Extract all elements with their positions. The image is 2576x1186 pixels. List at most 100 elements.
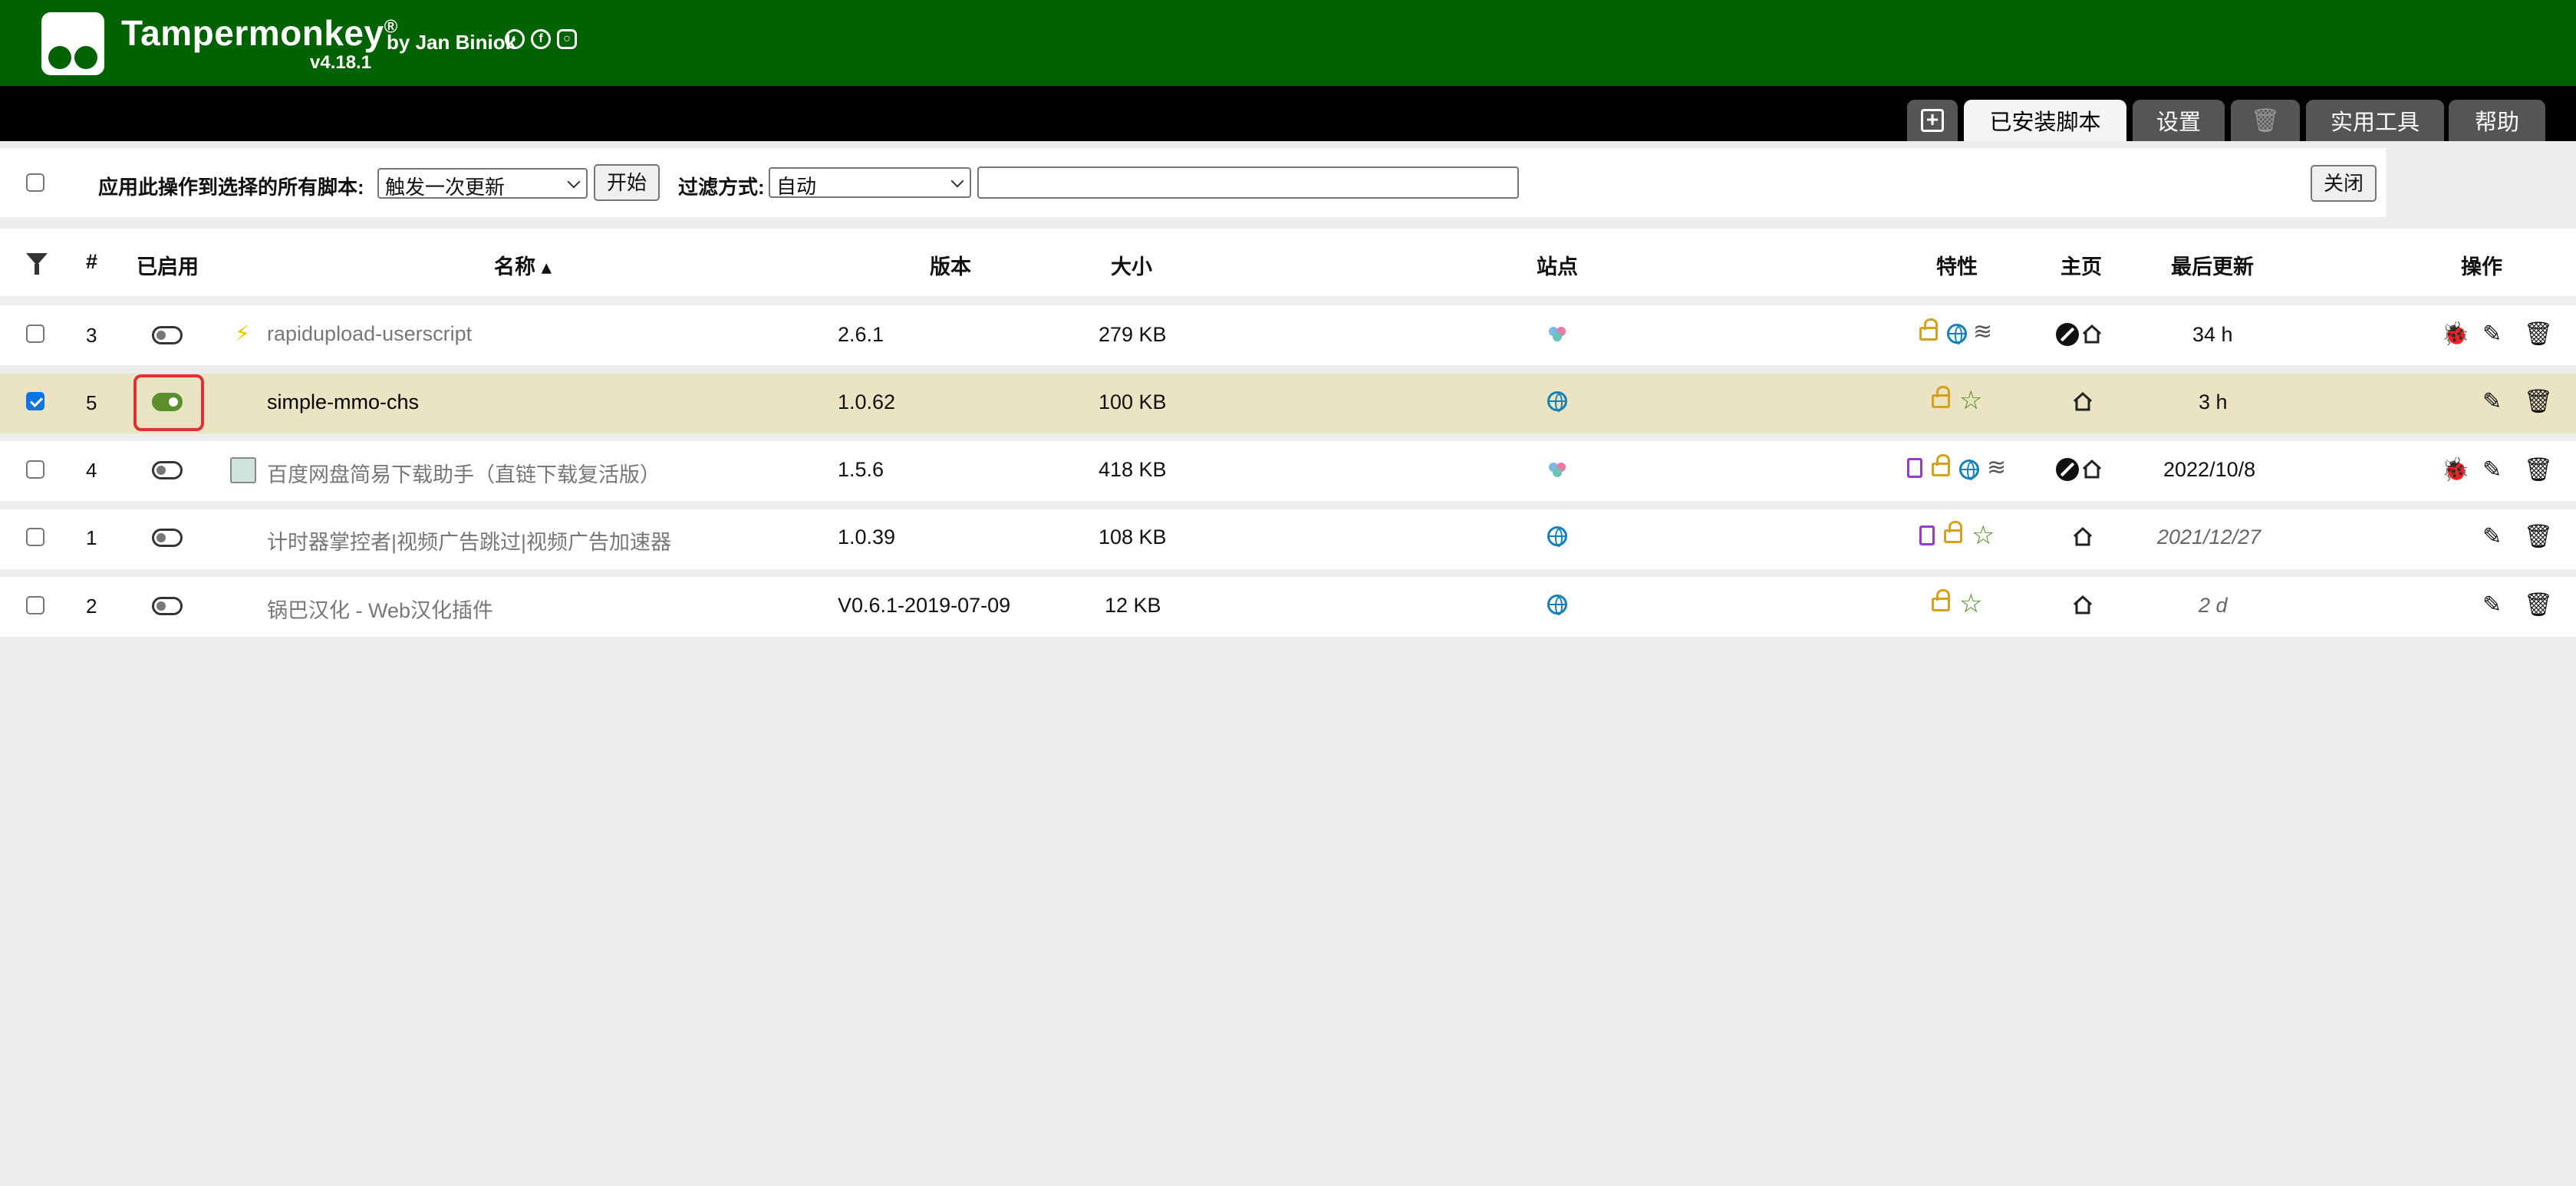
edit-icon[interactable]: ✎	[2482, 523, 2502, 550]
tab-label: 实用工具	[2330, 110, 2420, 135]
enable-toggle[interactable]	[152, 597, 183, 615]
row-checkbox[interactable]	[26, 392, 44, 410]
globe-icon	[1547, 526, 1567, 547]
bug-icon[interactable]: 🐞	[2441, 456, 2469, 483]
column-homepage: 主页	[2060, 255, 2102, 278]
app-title: Tampermonkey®	[121, 13, 398, 53]
highlight-box	[133, 374, 204, 431]
database-icon: ≋	[1987, 455, 2007, 480]
tab-bar: + 已安装脚本 设置 🗑 实用工具 帮助	[0, 86, 2576, 141]
row-number: 4	[86, 459, 97, 482]
globe-icon	[1547, 391, 1567, 412]
start-button[interactable]: 开始	[594, 164, 660, 201]
edit-icon[interactable]: ✎	[2482, 321, 2502, 348]
tab-help[interactable]: 帮助	[2449, 100, 2545, 141]
lock-icon	[1932, 454, 1950, 476]
facebook-icon[interactable]: f	[531, 29, 551, 49]
row-checkbox[interactable]	[26, 325, 44, 343]
add-icon: +	[1921, 109, 1944, 132]
script-name-link[interactable]: 百度网盘简易下载助手（直链下载复活版）	[267, 458, 660, 488]
trash-icon: 🗑	[2250, 107, 2281, 133]
row-number: 3	[86, 324, 97, 347]
globe-icon	[1547, 595, 1567, 615]
app-header: Tampermonkey® v4.18.1 by Jan Biniok ◐ f …	[0, 0, 2576, 86]
script-size: 108 KB	[1099, 525, 1167, 549]
delete-icon[interactable]: 🗑	[2524, 523, 2553, 550]
column-size[interactable]: 大小	[1111, 250, 1152, 280]
column-version[interactable]: 版本	[930, 250, 971, 280]
site-favicon-icon	[1547, 325, 1567, 342]
last-updated: 3 h	[2199, 390, 2228, 413]
edit-icon[interactable]: ✎	[2482, 388, 2502, 415]
last-updated: 2022/10/8	[2163, 458, 2256, 481]
enable-toggle[interactable]	[152, 326, 183, 344]
lock-icon	[1932, 589, 1950, 611]
script-name-link[interactable]: rapidupload-userscript	[267, 322, 472, 346]
home-icon[interactable]	[2071, 525, 2094, 548]
column-last-updated[interactable]: 最后更新	[2171, 250, 2254, 280]
filter-select[interactable]: 自动	[769, 167, 971, 198]
delete-icon[interactable]: 🗑	[2524, 321, 2553, 348]
row-number: 5	[86, 391, 97, 414]
enable-toggle[interactable]	[152, 461, 183, 479]
tab-label: 设置	[2156, 110, 2201, 135]
filter-input[interactable]	[977, 166, 1519, 199]
home-icon[interactable]	[2071, 390, 2094, 413]
tab-label: 帮助	[2474, 110, 2519, 135]
tab-add-script[interactable]: +	[1907, 100, 1958, 141]
home-icon[interactable]	[2080, 322, 2103, 345]
document-icon	[1919, 525, 1935, 545]
github-icon[interactable]: ◐	[505, 29, 525, 49]
home-icon[interactable]	[2080, 457, 2103, 480]
home-icon[interactable]	[2071, 593, 2094, 616]
edit-icon[interactable]: ✎	[2482, 456, 2502, 483]
script-name-link[interactable]: 锅巴汉化 - Web汉化插件	[267, 594, 493, 624]
column-enabled[interactable]: 已启用	[137, 250, 199, 280]
support-icon[interactable]	[2056, 323, 2079, 346]
delete-icon[interactable]: 🗑	[2524, 456, 2553, 483]
globe-icon	[1947, 324, 1967, 344]
select-all-checkbox[interactable]	[26, 173, 44, 192]
star-icon: ☆	[1972, 521, 1995, 550]
bulk-action-select[interactable]: 触发一次更新	[377, 168, 588, 199]
tab-installed-scripts[interactable]: 已安装脚本	[1964, 100, 2126, 141]
edit-icon[interactable]: ✎	[2482, 591, 2502, 618]
script-size: 100 KB	[1099, 390, 1167, 413]
script-size: 12 KB	[1105, 594, 1161, 617]
script-name-link[interactable]: simple-mmo-chs	[267, 390, 419, 414]
delete-icon[interactable]: 🗑	[2524, 591, 2553, 618]
star-icon: ☆	[1959, 589, 1983, 618]
script-icon: ⚡	[235, 321, 250, 345]
filter-label: 过滤方式:	[678, 176, 765, 199]
script-size: 279 KB	[1099, 323, 1167, 346]
support-icon[interactable]	[2056, 458, 2079, 481]
last-updated: 2 d	[2199, 594, 2228, 617]
tab-trash[interactable]: 🗑	[2231, 100, 2300, 141]
column-features: 特性	[1936, 255, 1978, 278]
column-number[interactable]: #	[86, 250, 97, 274]
app-version: v4.18.1	[310, 52, 372, 73]
enable-toggle[interactable]	[152, 529, 183, 547]
app-author[interactable]: by Jan Biniok	[387, 31, 516, 54]
row-checkbox[interactable]	[26, 596, 44, 614]
close-button[interactable]: 关闭	[2311, 165, 2377, 202]
script-version: V0.6.1-2019-07-09	[838, 594, 1011, 617]
filter-icon[interactable]	[26, 253, 48, 275]
instagram-icon[interactable]: ○	[557, 29, 577, 49]
script-name-link[interactable]: 计时器掌控者|视频广告跳过|视频广告加速器	[267, 525, 671, 555]
column-name[interactable]: 名称 ▴	[494, 250, 552, 280]
last-updated: 2021/12/27	[2157, 525, 2261, 549]
site-favicon-icon	[1547, 461, 1567, 478]
bug-icon[interactable]: 🐞	[2441, 321, 2469, 348]
tab-utilities[interactable]: 实用工具	[2306, 100, 2444, 141]
script-size: 418 KB	[1099, 458, 1167, 481]
document-icon	[1907, 458, 1922, 478]
tampermonkey-logo	[41, 12, 104, 75]
tab-settings[interactable]: 设置	[2133, 100, 2225, 141]
row-checkbox[interactable]	[26, 460, 44, 479]
script-version: 1.5.6	[838, 458, 884, 481]
delete-icon[interactable]: 🗑	[2524, 388, 2553, 415]
lock-icon	[1944, 521, 1962, 543]
script-version: 1.0.39	[838, 525, 896, 549]
row-checkbox[interactable]	[26, 528, 44, 546]
